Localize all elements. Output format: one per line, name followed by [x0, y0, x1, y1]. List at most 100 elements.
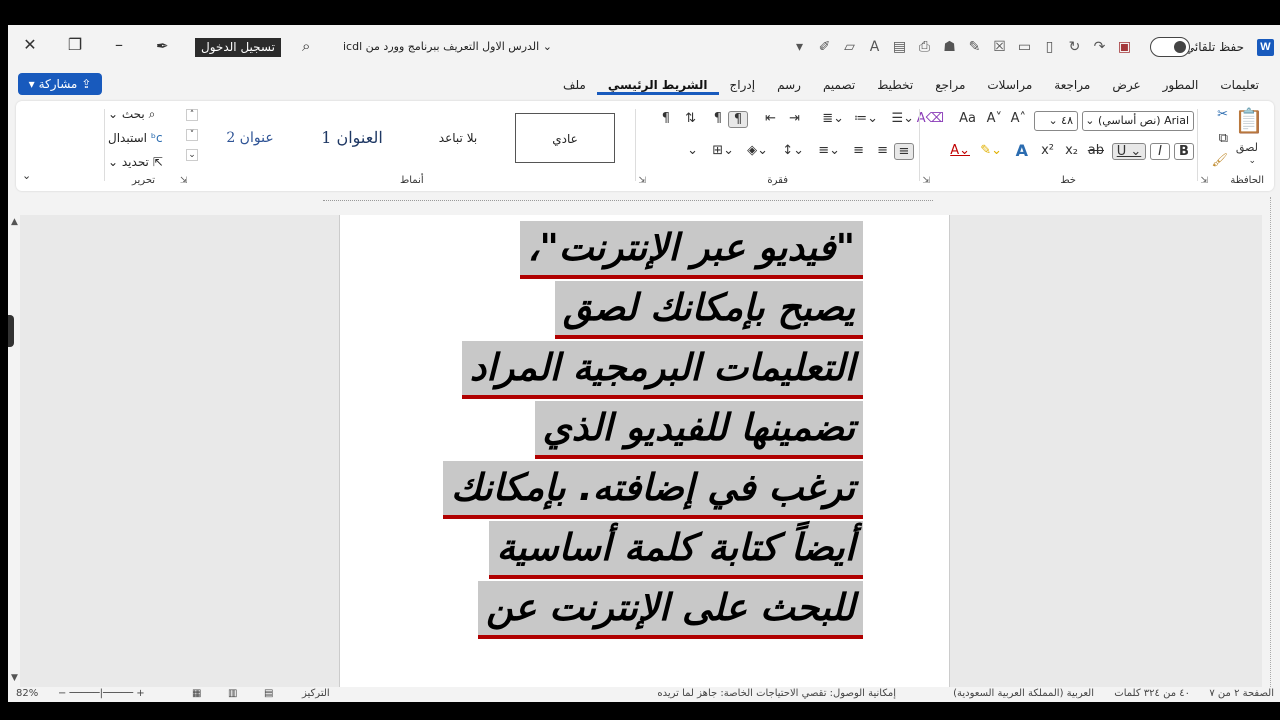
edit-image-icon[interactable]: ☒ [990, 37, 1009, 57]
italic-button[interactable]: I [1150, 143, 1170, 160]
styles-scroll-down-icon[interactable]: ˅ [186, 129, 198, 141]
font-color-icon[interactable]: A⌄ [950, 143, 970, 158]
save-icon[interactable]: ▣ [1115, 37, 1134, 57]
font-size-box[interactable]: ٤٨ ⌄ [1034, 111, 1078, 131]
vertical-ruler[interactable] [1270, 197, 1280, 687]
rtl-direction-icon[interactable]: ¶ [728, 111, 748, 128]
paste-label[interactable]: لصق [1236, 141, 1258, 154]
tab-layout[interactable]: تخطيط [866, 77, 924, 95]
education-icon[interactable]: ☗ [940, 37, 959, 57]
scroll-up-icon[interactable]: ▲ [11, 217, 18, 227]
doc-line[interactable]: يصبح بإمكانك لصق [555, 281, 863, 339]
tab-draw[interactable]: رسم [766, 77, 812, 95]
pen-icon[interactable]: ✒ [156, 37, 169, 55]
font-name-box[interactable]: Arial (نص أساسي) ⌄ [1082, 111, 1194, 131]
cut-icon[interactable]: ✂ [1217, 107, 1228, 122]
format-painter-icon[interactable]: 🖌 [1211, 153, 1228, 168]
draw-icon[interactable]: ✐ [815, 37, 834, 57]
print-icon[interactable]: ⎙ [915, 37, 934, 57]
styles-launcher-icon[interactable]: ⇲ [180, 176, 188, 186]
search-icon[interactable]: ⌕ [302, 37, 310, 55]
tab-references[interactable]: مراجع [924, 77, 976, 95]
document-page[interactable]: "فيديو عبر الإنترنت"، يصبح بإمكانك لصق ا… [339, 215, 950, 687]
open-folder-icon[interactable]: ▱ [840, 37, 859, 57]
web-layout-icon[interactable]: ▦ [192, 688, 201, 699]
indent-decrease-icon[interactable]: ⇤ [765, 111, 776, 126]
style-heading-1[interactable]: العنوان 1 [302, 113, 402, 163]
doc-line[interactable]: "فيديو عبر الإنترنت"، [519, 221, 863, 279]
minimize-icon[interactable]: – [108, 35, 130, 54]
tab-home[interactable]: الشريط الرئيسي [596, 77, 719, 95]
shading-icon[interactable]: ◈⌄ [747, 143, 768, 158]
doc-line[interactable]: التعليمات البرمجية المراد [461, 341, 863, 399]
superscript-icon[interactable]: x² [1041, 143, 1054, 158]
autosave-toggle[interactable] [1150, 37, 1190, 57]
document-title[interactable]: ⌄ الدرس الاول التعريف ببرنامج وورد من ic… [343, 40, 552, 53]
format-painter-icon[interactable]: ✎ [965, 37, 984, 57]
sort-icon[interactable]: ⇅ [685, 111, 696, 126]
line-spacing-icon[interactable]: ↕⌄ [782, 143, 804, 158]
tab-mailings[interactable]: مراسلات [976, 77, 1043, 95]
scroll-down-icon[interactable]: ▼ [11, 673, 18, 683]
doc-line[interactable]: تضمينها للفيديو الذي [534, 401, 863, 459]
paste-icon[interactable]: 📋 [1234, 107, 1264, 135]
doc-line[interactable]: ترغب في إضافته. بإمكانك [443, 461, 863, 519]
doc-line[interactable]: للبحث على الإنترنت عن [478, 581, 863, 639]
sign-in-button[interactable]: تسجيل الدخول [195, 38, 281, 57]
picture-icon[interactable]: ▭ [1015, 37, 1034, 57]
replace-button[interactable]: ᵇc استبدال [108, 131, 163, 145]
undo-icon[interactable]: ↻ [1065, 37, 1084, 57]
clipboard-launcher-icon[interactable]: ⇲ [1200, 176, 1208, 186]
select-button[interactable]: ⇱ تحديد ⌄ [108, 155, 163, 169]
page-count[interactable]: الصفحة ٢ من ٧ [1209, 688, 1274, 699]
scroll-handle[interactable] [8, 315, 14, 347]
zoom-slider[interactable]: + ─────|───── − [58, 688, 145, 699]
show-marks-icon[interactable]: ¶ [662, 111, 670, 126]
tab-view[interactable]: عرض [1101, 77, 1151, 95]
zoom-level[interactable]: 82% [16, 688, 38, 699]
redo-icon[interactable]: ↷ [1090, 37, 1109, 57]
indent-increase-icon[interactable]: ⇥ [789, 111, 800, 126]
tab-insert[interactable]: إدراج [719, 77, 767, 95]
styles-scroll-up-icon[interactable]: ˄ [186, 109, 198, 121]
underline-button[interactable]: U ⌄ [1112, 143, 1146, 160]
bullets-icon[interactable]: ☰⌄ [891, 111, 914, 126]
align-left-icon[interactable]: ≡ [853, 143, 864, 158]
style-heading-2[interactable]: عنوان 2 [200, 113, 300, 163]
strikethrough-icon[interactable]: ab [1088, 143, 1104, 158]
numbering-icon[interactable]: ≔⌄ [854, 111, 878, 126]
customize-qat-icon[interactable]: ▾ [790, 37, 809, 57]
tab-design[interactable]: تصميم [812, 77, 866, 95]
collapse-ribbon-icon[interactable]: ⌄ [22, 169, 31, 182]
read-mode-icon[interactable]: ▥ [228, 688, 237, 699]
style-normal[interactable]: عادي [515, 113, 615, 163]
word-count[interactable]: ٤٠ من ٣٢٤ كلمات [1114, 688, 1190, 699]
ltr-direction-icon[interactable]: ¶ [714, 111, 722, 126]
multilevel-list-icon[interactable]: ≣⌄ [822, 111, 844, 126]
text-effects-icon[interactable]: A [1016, 141, 1028, 160]
export-pdf-icon[interactable]: ▤ [890, 37, 909, 57]
tab-help[interactable]: تعليمات [1209, 77, 1270, 95]
font-launcher-icon[interactable]: ⇲ [922, 176, 930, 186]
grow-font-icon[interactable]: A˄ [1011, 111, 1026, 126]
restore-icon[interactable]: ❐ [64, 35, 86, 54]
highlight-icon[interactable]: ✎⌄ [980, 143, 1002, 158]
focus-button[interactable]: التركيز [302, 688, 330, 699]
justify-icon[interactable]: ≡⌄ [818, 143, 840, 158]
close-icon[interactable]: ✕ [19, 35, 41, 54]
copy-icon[interactable]: ⧉ [1219, 131, 1228, 146]
clear-formatting-icon[interactable]: A⌫ [917, 111, 944, 126]
new-document-icon[interactable]: ▯ [1040, 37, 1059, 57]
styles-more-icon[interactable]: ⌄ [186, 149, 198, 161]
share-button[interactable]: ▾ مشاركة ⇪ [18, 73, 102, 95]
bold-button[interactable]: B [1174, 143, 1194, 160]
tab-review[interactable]: مراجعة [1043, 77, 1101, 95]
shrink-font-icon[interactable]: A˅ [987, 111, 1002, 126]
read-aloud-icon[interactable]: A [865, 37, 884, 57]
change-case-icon[interactable]: Aa [959, 111, 976, 126]
subscript-icon[interactable]: x₂ [1065, 143, 1078, 158]
tab-file[interactable]: ملف [552, 77, 597, 95]
language-indicator[interactable]: العربية (المملكة العربية السعودية) [953, 688, 1094, 699]
paragraph-more-icon[interactable]: ⌄ [687, 143, 698, 158]
align-right-icon[interactable]: ≡ [894, 143, 914, 160]
